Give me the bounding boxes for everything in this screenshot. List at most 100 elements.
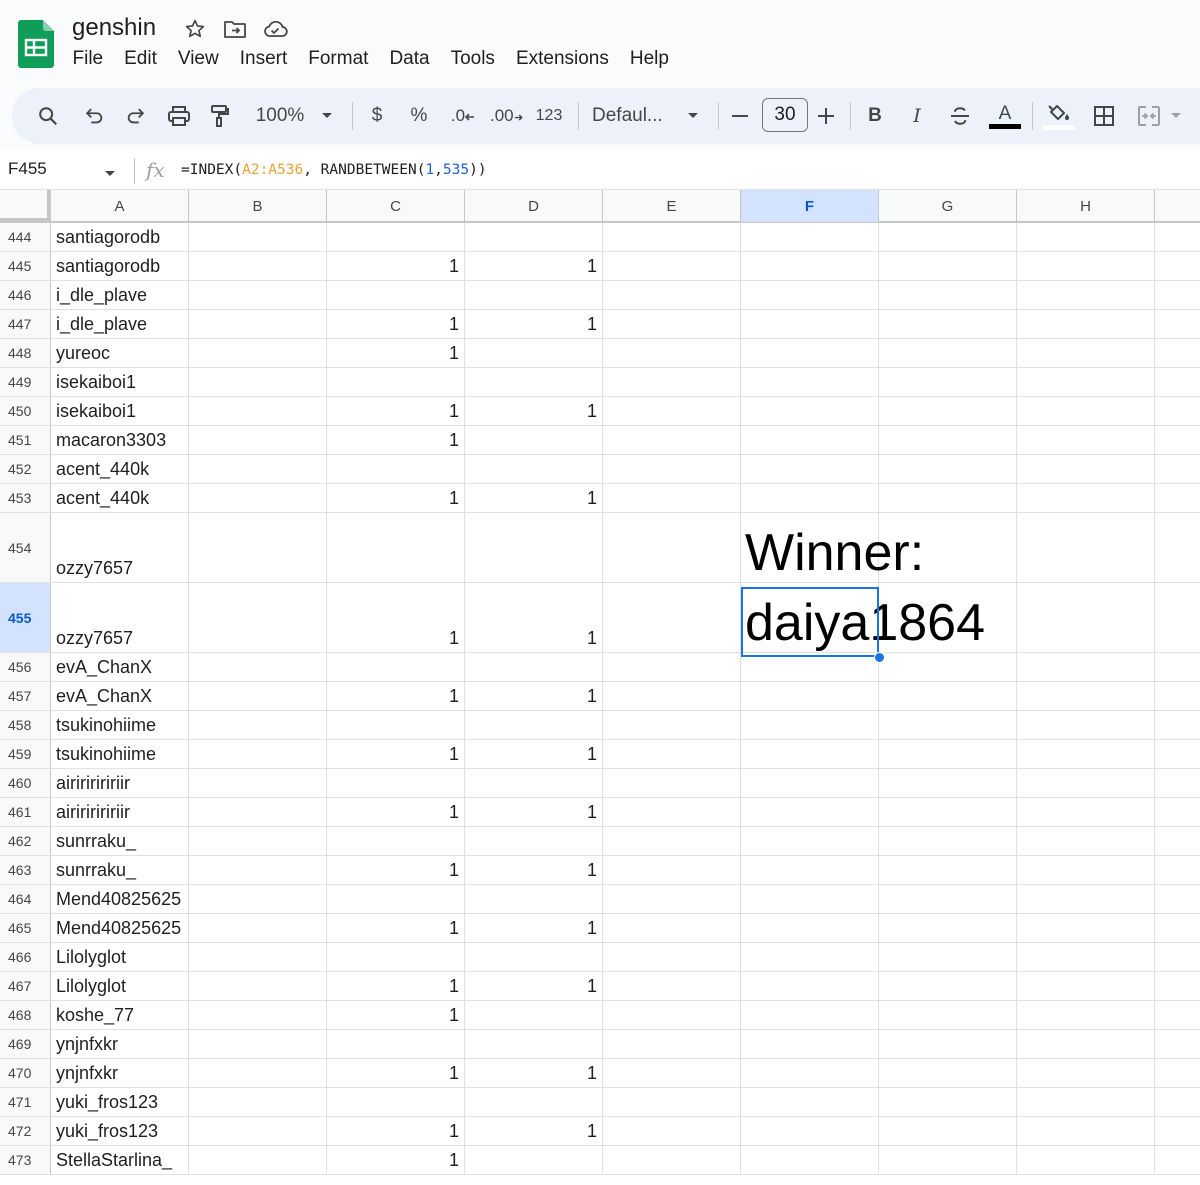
cell-h[interactable] <box>1017 943 1155 971</box>
cell-b[interactable] <box>189 653 327 681</box>
cell-i[interactable] <box>1155 682 1200 710</box>
paint-format-icon[interactable] <box>206 96 234 136</box>
cell-e[interactable] <box>603 1117 741 1145</box>
cell-f[interactable] <box>741 426 879 454</box>
row-header[interactable]: 454 <box>0 513 51 582</box>
cell-i[interactable] <box>1155 885 1200 913</box>
cell-b[interactable] <box>189 769 327 797</box>
cell-d[interactable] <box>465 711 603 739</box>
cloud-saved-icon[interactable] <box>262 16 288 42</box>
cell-b[interactable] <box>189 310 327 338</box>
cell-h[interactable] <box>1017 1146 1155 1174</box>
cell-c[interactable] <box>327 455 465 483</box>
cell-d[interactable] <box>465 426 603 454</box>
cell-a[interactable]: sunrraku_ <box>51 856 189 884</box>
cell-c[interactable]: 1 <box>327 310 465 338</box>
fill-color-icon[interactable] <box>1042 96 1076 136</box>
menu-help[interactable]: Help <box>619 46 679 72</box>
cell-b[interactable] <box>189 455 327 483</box>
cell-g[interactable] <box>879 455 1017 483</box>
cell-f[interactable] <box>741 310 879 338</box>
decrease-decimal-button[interactable]: .0 <box>448 96 478 136</box>
cell-e[interactable] <box>603 455 741 483</box>
cell-d[interactable] <box>465 455 603 483</box>
cell-a[interactable]: Mend40825625 <box>51 914 189 942</box>
cell-h[interactable] <box>1017 484 1155 512</box>
cell-f[interactable] <box>741 484 879 512</box>
cell-i[interactable] <box>1155 281 1200 309</box>
column-header-c[interactable]: C <box>327 190 465 222</box>
cell-b[interactable] <box>189 856 327 884</box>
cell-h[interactable] <box>1017 711 1155 739</box>
row-header[interactable]: 469 <box>0 1030 51 1058</box>
cell-a[interactable]: airiririririir <box>51 798 189 826</box>
decrease-font-size-icon[interactable] <box>728 96 752 136</box>
row-header[interactable]: 456 <box>0 653 51 681</box>
cell-b[interactable] <box>189 339 327 367</box>
cell-g[interactable] <box>879 397 1017 425</box>
column-header-next[interactable] <box>1155 190 1200 222</box>
cell-c[interactable] <box>327 653 465 681</box>
cell-h[interactable] <box>1017 682 1155 710</box>
cell-a[interactable]: koshe_77 <box>51 1001 189 1029</box>
cell-c[interactable] <box>327 368 465 396</box>
cell-e[interactable] <box>603 827 741 855</box>
row-header[interactable]: 464 <box>0 885 51 913</box>
cell-i[interactable] <box>1155 972 1200 1000</box>
cell-f[interactable] <box>741 397 879 425</box>
cell-d[interactable] <box>465 368 603 396</box>
cell-e[interactable] <box>603 972 741 1000</box>
document-title[interactable]: genshin <box>72 14 156 42</box>
cell-e[interactable] <box>603 513 741 582</box>
row-header[interactable]: 447 <box>0 310 51 338</box>
cell-c[interactable]: 1 <box>327 914 465 942</box>
row-header[interactable]: 452 <box>0 455 51 483</box>
cell-i[interactable] <box>1155 513 1200 582</box>
sheets-logo-icon[interactable] <box>18 20 54 68</box>
cell-e[interactable] <box>603 798 741 826</box>
cell-g[interactable] <box>879 1001 1017 1029</box>
cell-i[interactable] <box>1155 740 1200 768</box>
cell-d[interactable] <box>465 769 603 797</box>
cell-g[interactable] <box>879 223 1017 251</box>
cell-i[interactable] <box>1155 914 1200 942</box>
cell-e[interactable] <box>603 252 741 280</box>
cell-b[interactable] <box>189 1117 327 1145</box>
cell-h[interactable] <box>1017 368 1155 396</box>
cell-e[interactable] <box>603 368 741 396</box>
cell-g[interactable] <box>879 740 1017 768</box>
cell-a[interactable]: sunrraku_ <box>51 827 189 855</box>
cell-g[interactable] <box>879 856 1017 884</box>
print-icon[interactable] <box>164 96 194 136</box>
cell-e[interactable] <box>603 856 741 884</box>
cell-e[interactable] <box>603 583 741 652</box>
cell-e[interactable] <box>603 339 741 367</box>
cell-g[interactable] <box>879 798 1017 826</box>
cell-e[interactable] <box>603 310 741 338</box>
cell-e[interactable] <box>603 1146 741 1174</box>
menu-data[interactable]: Data <box>379 46 440 72</box>
cell-h[interactable] <box>1017 1059 1155 1087</box>
chevron-down-icon[interactable] <box>316 96 338 136</box>
cell-c[interactable]: 1 <box>327 583 465 652</box>
cell-f[interactable] <box>741 972 879 1000</box>
cell-b[interactable] <box>189 484 327 512</box>
cell-g[interactable] <box>879 827 1017 855</box>
row-header[interactable]: 463 <box>0 856 51 884</box>
cell-d[interactable] <box>465 827 603 855</box>
cell-f[interactable] <box>741 281 879 309</box>
cell-b[interactable] <box>189 281 327 309</box>
cell-e[interactable] <box>603 484 741 512</box>
cell-i[interactable] <box>1155 1001 1200 1029</box>
menu-tools[interactable]: Tools <box>440 46 505 72</box>
cell-c[interactable] <box>327 1088 465 1116</box>
cell-i[interactable] <box>1155 339 1200 367</box>
cell-b[interactable] <box>189 943 327 971</box>
cell-b[interactable] <box>189 397 327 425</box>
row-header[interactable]: 457 <box>0 682 51 710</box>
increase-font-size-icon[interactable] <box>814 96 838 136</box>
cell-d[interactable]: 1 <box>465 397 603 425</box>
cell-h[interactable] <box>1017 455 1155 483</box>
cell-i[interactable] <box>1155 484 1200 512</box>
cell-c[interactable] <box>327 943 465 971</box>
